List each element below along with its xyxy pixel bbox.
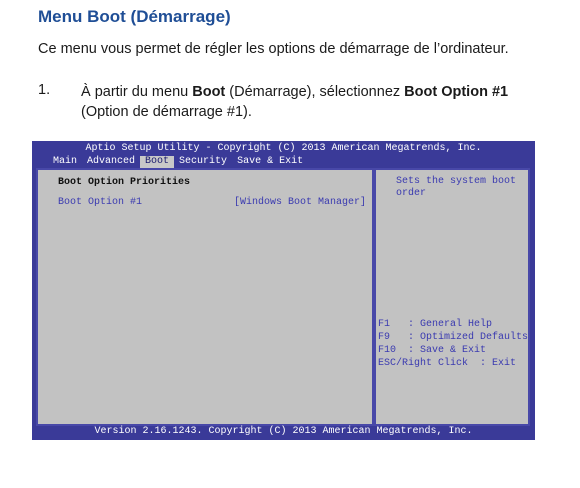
bios-footer: Version 2.16.1243. Copyright (C) 2013 Am… [94,426,473,437]
step-text-part: (Démarrage), sélectionnez [225,84,405,100]
bios-settings-panel: Boot Option Priorities Boot Option #1 [W… [36,168,374,426]
tab-save-exit[interactable]: Save & Exit [232,156,308,168]
step-boot-option-term: Boot Option #1 [404,84,509,100]
tab-security[interactable]: Security [174,156,232,168]
step-instruction: À partir du menu Boot (Démarrage), sélec… [81,82,551,122]
page-heading: Menu Boot (Démarrage) [38,7,231,26]
bios-screenshot: Aptio Setup Utility - Copyright (C) 2013… [32,141,535,440]
step-boot-menu-term: Boot [192,84,226,100]
tab-main[interactable]: Main [48,156,82,168]
help-text: Sets the system boot order [396,176,517,199]
key-esc: ESC/Right Click : Exit [378,358,517,369]
key-f9: F9 : Optimized Defaults [378,332,529,343]
intro-paragraph: Ce menu vous permet de régler les option… [38,41,509,57]
key-legend: F1 : General Help F9 : Optimized Default… [378,318,528,370]
step-text-part: (Option de démarrage #1). [81,104,252,120]
key-f1: F1 : General Help [378,319,493,330]
bios-menu-tabs: Main Advanced Boot Security Save & Exit [48,156,308,168]
step-text-part: À partir du menu [81,84,193,100]
tab-advanced[interactable]: Advanced [82,156,140,168]
key-f10: F10 : Save & Exit [378,345,487,356]
step-number: 1. [38,82,51,98]
boot-option-1-label[interactable]: Boot Option #1 [58,197,142,208]
bios-help-panel: Sets the system boot order F1 : General … [374,168,530,426]
section-title: Boot Option Priorities [58,177,191,188]
tab-boot[interactable]: Boot [140,156,175,168]
boot-option-1-value[interactable]: [Windows Boot Manager] [234,197,366,208]
bios-title: Aptio Setup Utility - Copyright (C) 2013… [85,143,482,154]
